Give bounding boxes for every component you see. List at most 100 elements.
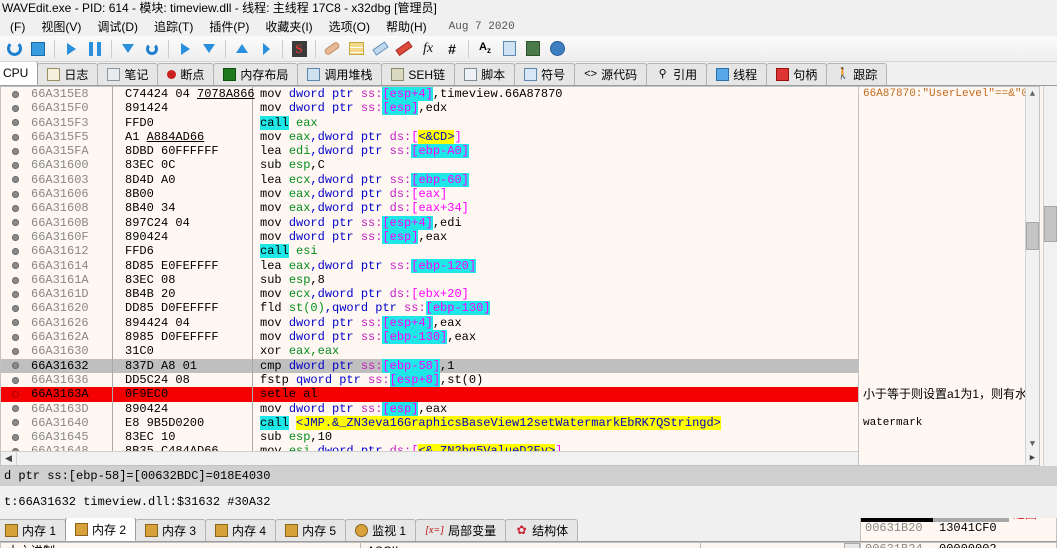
patch-icon[interactable] [320, 37, 344, 61]
btab-memory-5[interactable]: 内存 5 [275, 519, 347, 541]
breakpoint-gutter[interactable] [1, 147, 29, 155]
disasm-row[interactable]: 66A315F3 FFD0 call eax [1, 115, 858, 130]
disasm-row[interactable]: 66A31608 8B40 34 mov eax,dword ptr ds:[eax… [1, 201, 858, 216]
disasm-row[interactable]: 66A3161A 83EC 08 sub esp,8 [1, 272, 858, 288]
tab-script[interactable]: 脚本 [454, 63, 516, 85]
global-scroll-thumb[interactable] [1044, 206, 1057, 242]
az-icon[interactable]: Az [473, 37, 497, 61]
disasm-row[interactable]: 66A315FA 8DBD 60FFFFFF lea edi,dword ptr s… [1, 144, 858, 159]
disasm-row[interactable]: 66A3160F 890424 mov dword ptr ss:[esp],eax [1, 229, 858, 245]
breakpoint-gutter[interactable] [1, 247, 29, 255]
tab-trace[interactable]: 🚶 跟踪 [826, 63, 888, 85]
btab-struct[interactable]: ✿ 结构体 [505, 519, 579, 541]
stop-icon[interactable] [26, 37, 50, 61]
breakpoint-gutter[interactable] [1, 162, 29, 170]
disasm-row[interactable]: 66A31603 8D4D A0 lea ecx,dword ptr ss:[ebp… [1, 172, 858, 188]
tab-call-stack[interactable]: 调用堆栈 [297, 63, 383, 85]
step-into-icon[interactable] [116, 37, 140, 61]
menu-item-options[interactable]: 选项(O) [321, 17, 378, 36]
disasm-row[interactable]: 66A31620 DD85 D0FEFFFF fld st(0),qword ptr… [1, 301, 858, 316]
breakpoint-gutter[interactable] [1, 319, 29, 327]
breakpoint-gutter[interactable] [1, 376, 29, 384]
breakpoint-gutter[interactable] [1, 233, 29, 241]
scroll-down-icon[interactable]: ▼ [1026, 437, 1039, 451]
breakpoint-gutter[interactable] [1, 433, 29, 441]
breakpoint-gutter[interactable] [1, 262, 29, 270]
stack-row[interactable]: 00631B20 13041CF0 [861, 522, 1056, 535]
disasm-row[interactable]: 66A3161D 8B4B 20 mov ecx,dword ptr ds:[ebx… [1, 287, 858, 302]
step-down-icon[interactable] [197, 37, 221, 61]
hash-icon[interactable]: # [440, 37, 464, 61]
dump-expand-button[interactable]: . [844, 543, 860, 548]
disasm-row[interactable]: 66A31612 FFD6 call esi [1, 244, 858, 259]
tab-breakpoints[interactable]: 断点 [157, 63, 215, 85]
tab-notes[interactable]: 笔记 [97, 63, 159, 85]
breakpoint-gutter[interactable] [1, 219, 29, 227]
disasm-row[interactable]: 66A31632 837D A8 01 cmp dword ptr ss:[ebp-… [1, 358, 858, 373]
breakpoint-gutter[interactable] [1, 276, 29, 284]
comment-scroll-thumb[interactable] [1026, 222, 1039, 250]
scroll-up-icon[interactable]: ▲ [1026, 87, 1039, 101]
run-to-user-icon[interactable] [254, 37, 278, 61]
scroll-right-icon[interactable]: ▶ [1026, 452, 1039, 465]
btab-memory-2[interactable]: 内存 2 [65, 518, 137, 541]
disasm-row[interactable]: 66A3162A 8985 D0FEFFFF mov dword ptr ss:[e… [1, 330, 858, 345]
script-s-icon[interactable]: S [287, 37, 311, 61]
breakpoint-gutter[interactable] [1, 119, 29, 127]
disasm-row[interactable]: 66A31626 894424 04 mov dword ptr ss:[esp+4… [1, 315, 858, 331]
breakpoint-gutter[interactable] [1, 333, 29, 341]
comment-panel[interactable]: 66A87870:"UserLevel"==&"0j' 小于等于则设置a1为1，则… [858, 86, 1040, 466]
disasm-row[interactable]: 66A31606 8B00 mov eax,dword ptr ds:[eax] [1, 187, 858, 202]
stack-panel-bottom[interactable]: 00631B24 00000002 [860, 542, 1057, 548]
disassembly-list[interactable]: 66A315E8 C74424 04 7078A866 mov dword ptr … [1, 87, 858, 465]
memory-icon[interactable] [497, 37, 521, 61]
dump-columns[interactable]: 十六进制 ASCII . [0, 542, 860, 548]
menu-item-favorites[interactable]: 收藏夹(I) [257, 17, 320, 36]
breakpoint-gutter[interactable] [1, 205, 29, 213]
disassembly-panel[interactable]: 66A315E8 C74424 04 7078A866 mov dword ptr … [0, 86, 858, 466]
menu-item-debug[interactable]: 调试(D) [89, 17, 146, 36]
disasm-row[interactable]: 66A31600 83EC 0C sub esp,C [1, 158, 858, 173]
breakpoint-gutter[interactable] [1, 290, 29, 298]
bookmark-icon[interactable] [392, 37, 416, 61]
breakpoint-gutter[interactable] [1, 176, 29, 184]
breakpoint-gutter[interactable] [1, 305, 29, 313]
step-out-icon[interactable] [173, 37, 197, 61]
dump-col-hex[interactable]: 十六进制 [1, 543, 361, 548]
btab-watch-1[interactable]: 监视 1 [345, 519, 417, 541]
breakpoint-gutter[interactable] [1, 405, 29, 413]
tab-seh[interactable]: SEH链 [381, 63, 456, 85]
disasm-row[interactable]: 66A31636 DD5C24 08 fstp qword ptr ss:[esp+… [1, 372, 858, 388]
notes-icon[interactable] [368, 37, 392, 61]
disasm-row[interactable]: 66A31614 8D85 E0FEFFFF lea eax,dword ptr s… [1, 258, 858, 273]
tab-memory-map[interactable]: 内存布局 [213, 63, 299, 85]
tab-threads[interactable]: 线程 [706, 63, 768, 85]
disasm-row[interactable]: 66A3160B 897C24 04 mov dword ptr ss:[esp+4… [1, 215, 858, 230]
tab-cpu[interactable]: CPU [0, 62, 39, 85]
tab-symbols[interactable]: 符号 [514, 63, 576, 85]
run-icon[interactable] [59, 37, 83, 61]
log-icon[interactable] [344, 37, 368, 61]
disasm-row[interactable]: 66A3163A 0F9EC0 setle al [1, 387, 858, 402]
pause-icon[interactable] [83, 37, 107, 61]
btab-memory-3[interactable]: 内存 3 [135, 519, 207, 541]
disasm-row[interactable]: 66A315F5 A1 A884AD66 mov eax,dword ptr ds:… [1, 129, 858, 145]
breakpoint-gutter[interactable] [1, 104, 29, 112]
breakpoint-gutter[interactable] [1, 347, 29, 355]
menu-item-plugins[interactable]: 插件(P) [201, 17, 257, 36]
tab-log[interactable]: 日志 [37, 63, 99, 85]
btab-memory-1[interactable]: 内存 1 [0, 519, 67, 541]
menu-item-help[interactable]: 帮助(H) [378, 17, 435, 36]
stack-row[interactable]: 00631B24 00000002 [861, 543, 1056, 548]
scroll-left-icon[interactable]: ◀ [1, 452, 17, 465]
breakpoint-gutter[interactable] [1, 133, 29, 141]
stack-panel[interactable]: 00631B1C 61E6BD16 返回 00631B20 13041CF0 [860, 518, 1057, 541]
menu-item-trace[interactable]: 追踪(T) [146, 17, 201, 36]
run-to-return-icon[interactable] [230, 37, 254, 61]
dump-col-ascii[interactable]: ASCII [361, 543, 701, 548]
breakpoint-gutter[interactable] [1, 90, 29, 98]
disasm-hscroll[interactable]: ◀ [1, 451, 858, 465]
breakpoint-gutter[interactable] [1, 190, 29, 198]
disasm-row[interactable]: 66A315E8 C74424 04 7078A866 mov dword ptr … [1, 87, 858, 102]
step-over-icon[interactable] [140, 37, 164, 61]
